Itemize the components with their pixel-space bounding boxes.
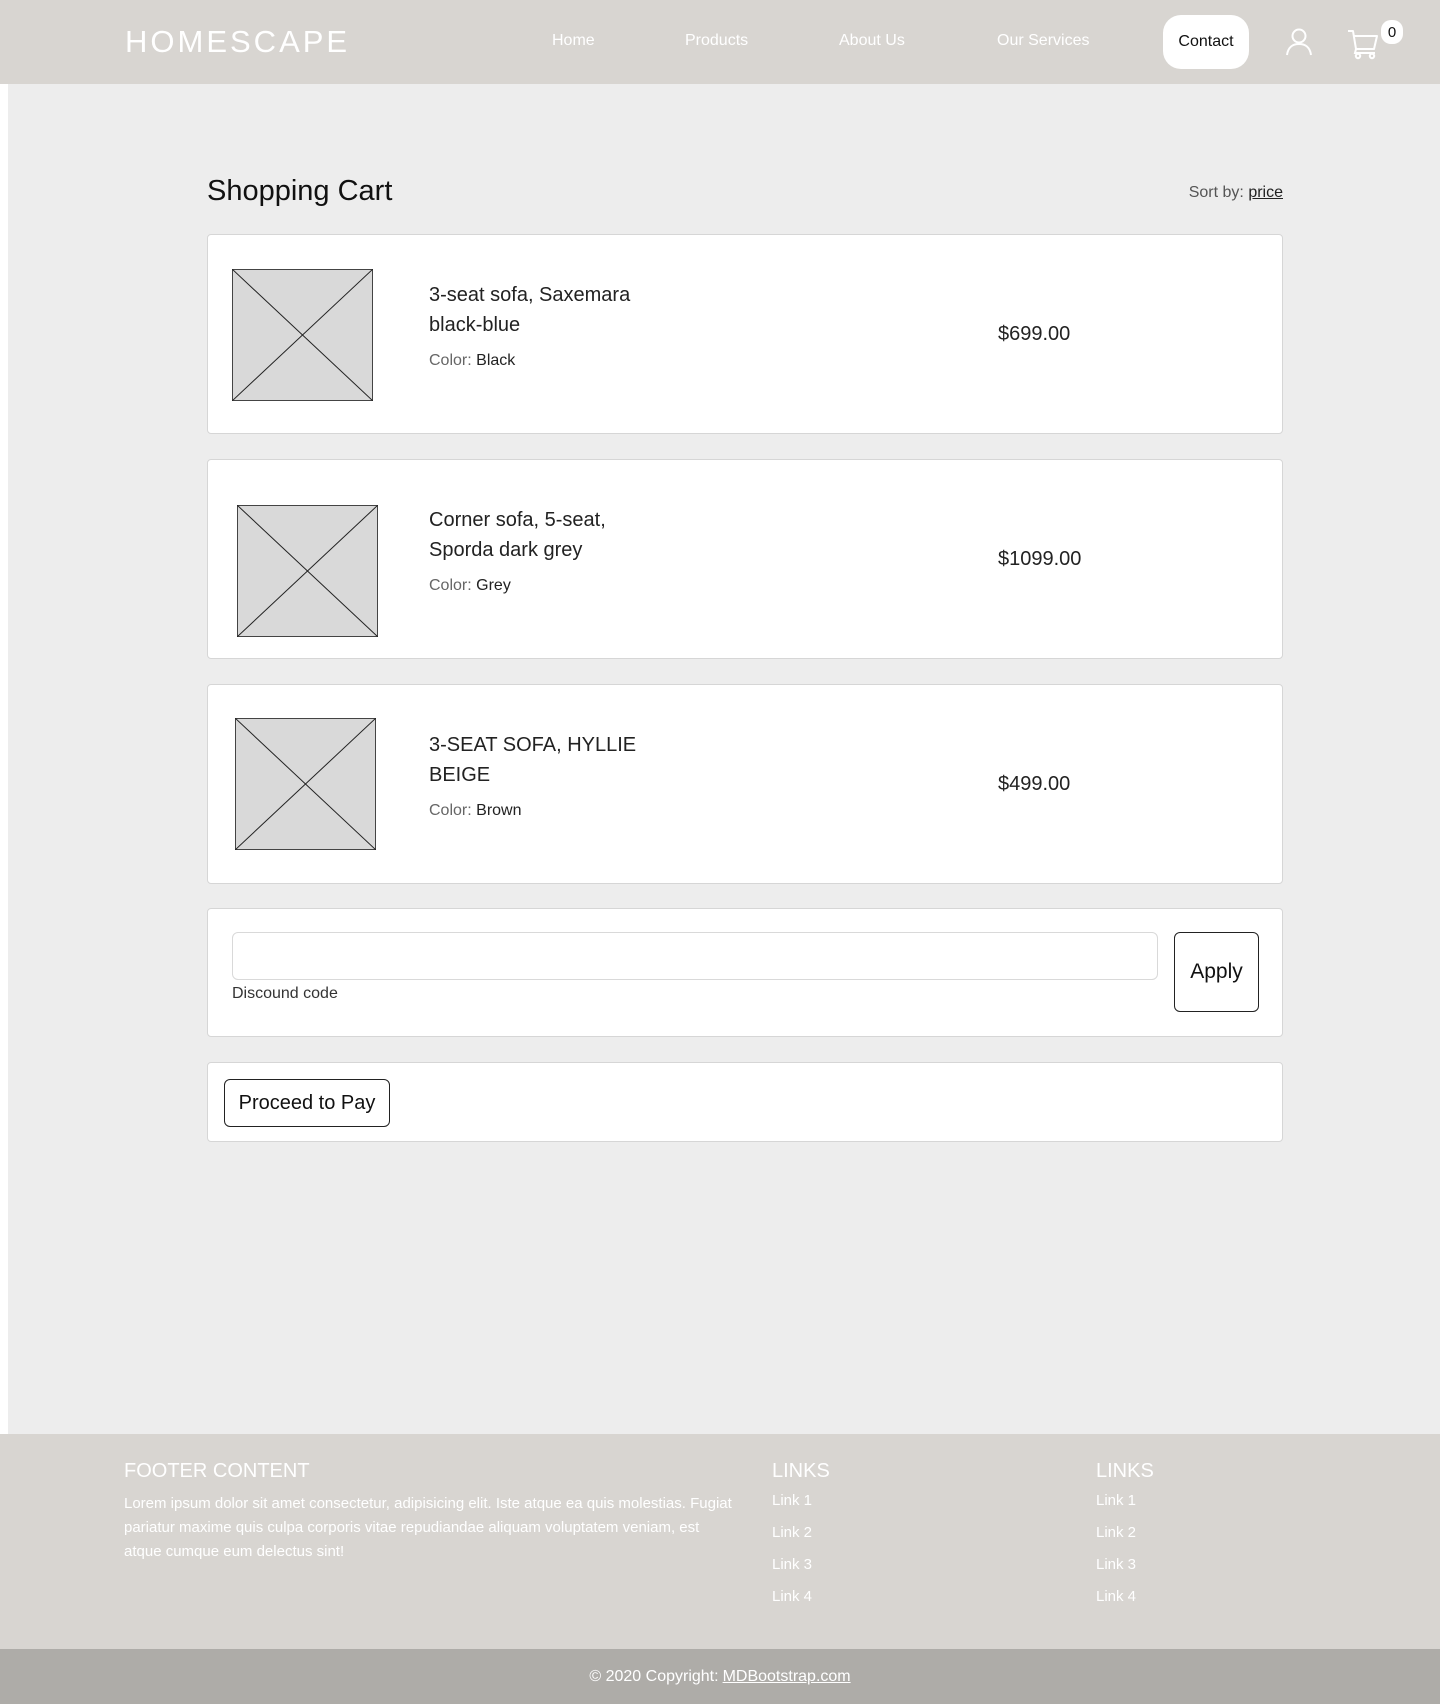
footer-content-text: Lorem ipsum dolor sit amet consectetur, …	[124, 1495, 732, 1560]
footer: FOOTER CONTENT Lorem ipsum dolor sit ame…	[0, 1434, 1440, 1649]
product-image-placeholder[interactable]	[235, 718, 376, 850]
copyright-bar: © 2020 Copyright: MDBootstrap.com	[0, 1649, 1440, 1704]
footer-link-2[interactable]: Link 2	[1096, 1524, 1136, 1541]
nav-link-our-services[interactable]: Our Services	[997, 32, 1089, 50]
item-price: $499.00	[998, 773, 1071, 795]
footer-link-4[interactable]: Link 4	[1096, 1588, 1136, 1605]
copyright-text: © 2020 Copyright:	[589, 1667, 719, 1685]
footer-link-4[interactable]: Link 4	[772, 1588, 812, 1605]
apply-button[interactable]: Apply	[1174, 932, 1259, 1012]
footer-link-2[interactable]: Link 2	[772, 1524, 812, 1541]
discount-card: Discound code Apply	[207, 908, 1283, 1037]
copyright-link[interactable]: MDBootstrap.com	[723, 1668, 851, 1686]
product-image-placeholder[interactable]	[232, 269, 373, 401]
footer-content-heading: FOOTER CONTENT	[124, 1460, 310, 1482]
item-price: $699.00	[998, 323, 1071, 345]
item-price: $1099.00	[998, 548, 1082, 570]
cart-item: 3-SEAT SOFA, HYLLIE BEIGE Color: Brown $…	[207, 684, 1283, 884]
product-image-placeholder[interactable]	[237, 505, 378, 637]
contact-button[interactable]: Contact	[1163, 15, 1249, 69]
nav-link-home[interactable]: Home	[552, 32, 595, 50]
item-color-value: Brown	[476, 802, 522, 819]
footer-link-3[interactable]: Link 3	[772, 1556, 812, 1573]
user-icon[interactable]	[1286, 28, 1312, 56]
footer-link-3[interactable]: Link 3	[1096, 1556, 1136, 1573]
item-name[interactable]: 3-seat sofa, Saxemara black-blue	[429, 280, 669, 340]
proceed-to-pay-button[interactable]: Proceed to Pay	[224, 1079, 390, 1127]
item-color-label: Color:	[429, 577, 472, 594]
nav-link-products[interactable]: Products	[685, 32, 748, 50]
footer-links-heading: LINKS	[772, 1460, 830, 1482]
checkout-card: Proceed to Pay	[207, 1062, 1283, 1142]
nav-link-about-us[interactable]: About Us	[839, 32, 905, 50]
page-title: Shopping Cart	[207, 175, 393, 207]
item-color-value: Grey	[476, 577, 511, 594]
sort-control: Sort by: price	[1189, 184, 1283, 202]
item-color-label: Color:	[429, 802, 472, 819]
brand-logo[interactable]: HOMESCAPE	[125, 24, 350, 60]
sort-price-link[interactable]: price	[1248, 184, 1283, 201]
cart-icon[interactable]	[1347, 28, 1379, 60]
footer-links-heading: LINKS	[1096, 1460, 1154, 1482]
item-name[interactable]: 3-SEAT SOFA, HYLLIE BEIGE	[429, 730, 669, 790]
cart-count-badge: 0	[1381, 20, 1403, 44]
item-color-label: Color:	[429, 352, 472, 369]
discount-code-label: Discound code	[232, 985, 338, 1002]
cart-item: 3-seat sofa, Saxemara black-blue Color: …	[207, 234, 1283, 434]
footer-link-1[interactable]: Link 1	[1096, 1492, 1136, 1509]
item-color-value: Black	[476, 352, 516, 369]
sort-label: Sort by:	[1188, 184, 1244, 201]
item-color: Color: Black	[429, 352, 515, 370]
item-color: Color: Brown	[429, 802, 522, 820]
item-color: Color: Grey	[429, 577, 511, 595]
cart-item: Corner sofa, 5-seat, Sporda dark grey Co…	[207, 459, 1283, 659]
footer-link-1[interactable]: Link 1	[772, 1492, 812, 1509]
navbar: HOMESCAPE Home Products About Us Our Ser…	[0, 0, 1440, 84]
item-name[interactable]: Corner sofa, 5-seat, Sporda dark grey	[429, 505, 669, 565]
discount-code-input[interactable]	[232, 932, 1158, 980]
